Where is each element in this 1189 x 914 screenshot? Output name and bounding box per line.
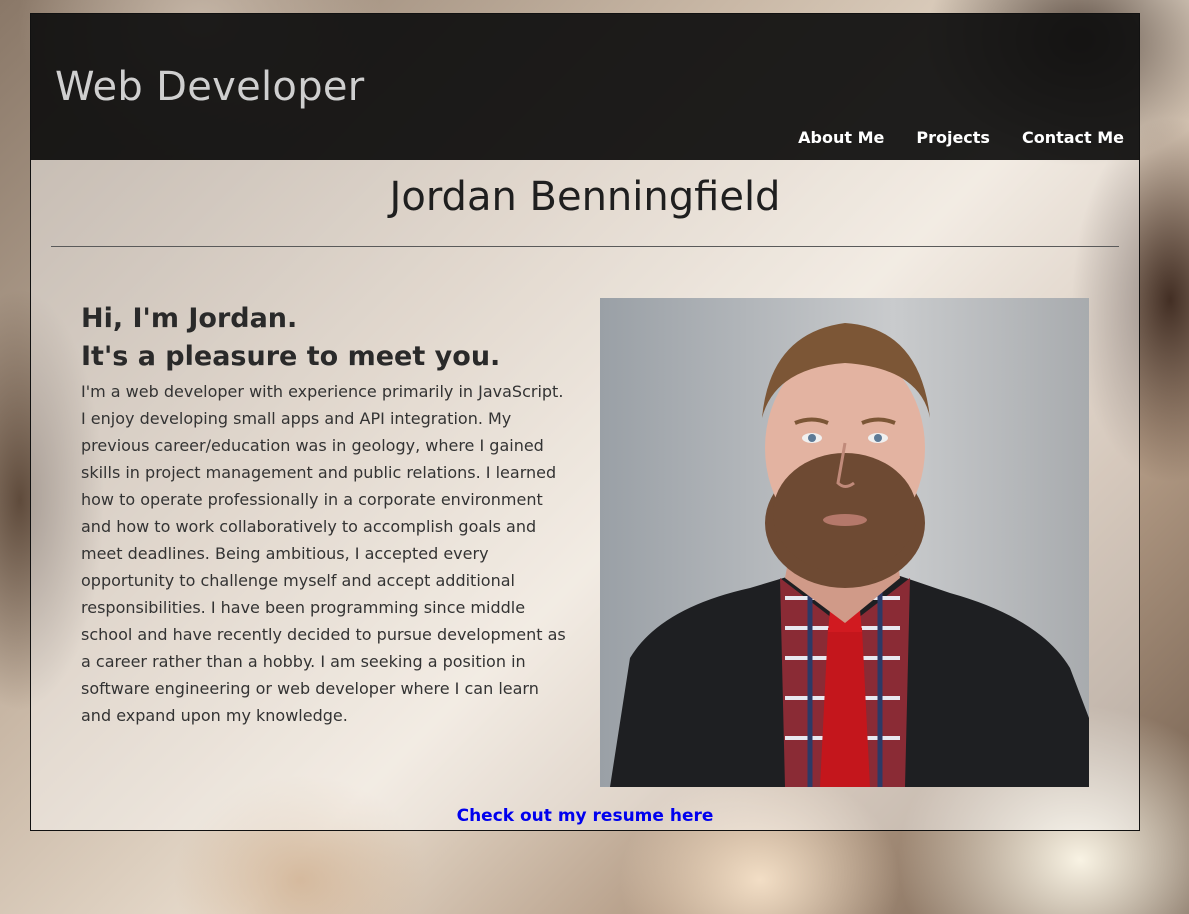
site-header: Web Developer About Me Projects Contact … — [31, 14, 1139, 160]
profile-photo — [600, 298, 1089, 787]
greeting-line-1: Hi, I'm Jordan. — [81, 303, 298, 334]
resume-link[interactable]: Check out my resume here — [31, 806, 1139, 826]
intro-section: Hi, I'm Jordan. It's a pleasure to meet … — [81, 300, 573, 729]
nav-about-me[interactable]: About Me — [798, 128, 884, 147]
bio-text: I'm a web developer with experience prim… — [81, 382, 566, 725]
main-content: Jordan Benningfield Hi, I'm Jordan. It's… — [31, 160, 1139, 830]
site-title: Web Developer — [55, 64, 365, 110]
divider — [51, 246, 1119, 247]
greeting: Hi, I'm Jordan. It's a pleasure to meet … — [81, 300, 573, 376]
page-container: Web Developer About Me Projects Contact … — [30, 13, 1140, 831]
greeting-line-2: It's a pleasure to meet you. — [81, 341, 501, 372]
name-heading: Jordan Benningfield — [389, 174, 781, 220]
nav-contact-me[interactable]: Contact Me — [1022, 128, 1124, 147]
profile-photo-illustration — [600, 298, 1089, 787]
main-nav: About Me Projects Contact Me — [798, 128, 1124, 147]
nav-projects[interactable]: Projects — [916, 128, 990, 147]
